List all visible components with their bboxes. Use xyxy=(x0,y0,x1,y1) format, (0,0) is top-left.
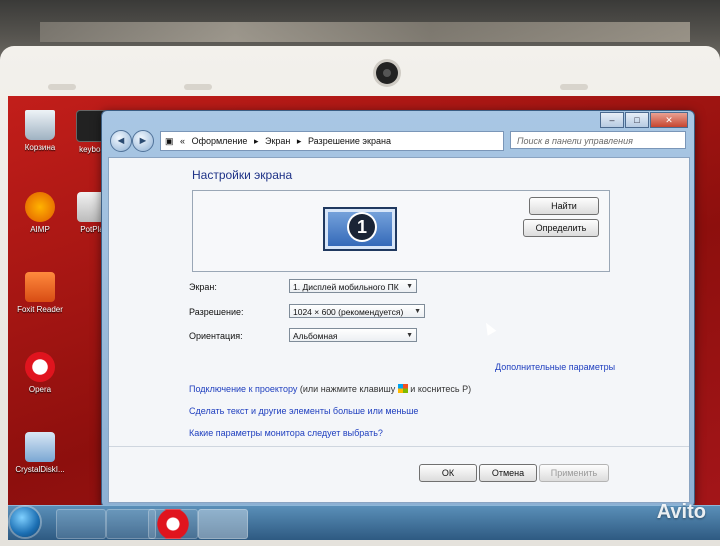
projector-hint-before: (или нажмите клавишу xyxy=(299,384,396,394)
screen-select-value: 1. Дисплей мобильного ПК xyxy=(293,282,399,292)
taskbar-display-settings-button[interactable] xyxy=(198,509,248,539)
resolution-select[interactable]: 1024 × 600 (рекомендуется) ▼ xyxy=(289,304,425,318)
detect-button[interactable]: Найти xyxy=(529,197,599,215)
taskbar xyxy=(8,505,720,540)
desktop-screen: Корзина keyboa AIMP PotPla Foxit Reader … xyxy=(8,96,720,540)
screen-select[interactable]: 1. Дисплей мобильного ПК ▼ xyxy=(289,279,417,293)
chevron-down-icon: ▼ xyxy=(406,332,413,339)
window-client-area: Настройки экрана 1 Найти Определить Экра… xyxy=(108,157,690,503)
orientation-select[interactable]: Альбомная ▼ xyxy=(289,328,417,342)
projector-line: Подключение к проектору (или нажмите кла… xyxy=(189,384,471,394)
desktop-icon-opera[interactable]: Opera xyxy=(8,352,72,394)
navigation-bar: ◄ ► ▣ « Оформление ▸ Экран ▸ Разрешение … xyxy=(108,129,686,153)
bezel-pad xyxy=(560,84,588,90)
projector-hint-after: и коснитесь P) xyxy=(410,384,472,394)
chevron-down-icon: ▼ xyxy=(406,283,413,290)
opera-icon xyxy=(25,352,55,382)
breadcrumb-overflow[interactable]: « xyxy=(180,136,185,146)
divider xyxy=(109,446,689,447)
ok-button[interactable]: ОК xyxy=(419,464,477,482)
bezel-pad xyxy=(184,84,212,90)
bezel-pad xyxy=(48,84,76,90)
forward-button[interactable]: ► xyxy=(132,130,154,152)
window-controls: – □ ✕ xyxy=(600,112,688,128)
resolution-label: Разрешение: xyxy=(189,307,244,317)
recycle-bin-icon xyxy=(25,110,55,140)
webcam xyxy=(376,62,398,84)
monitor-preview-area: 1 Найти Определить xyxy=(192,190,610,272)
taskbar-explorer-button[interactable] xyxy=(56,509,106,539)
search-input[interactable]: Поиск в панели управления xyxy=(510,131,686,149)
monitor-number-badge: 1 xyxy=(349,214,375,240)
cancel-button[interactable]: Отмена xyxy=(479,464,537,482)
text-size-link[interactable]: Сделать текст и другие элементы больше и… xyxy=(189,406,418,416)
projector-link[interactable]: Подключение к проектору xyxy=(189,384,297,394)
desktop-icon-foxit[interactable]: Foxit Reader xyxy=(8,272,72,314)
advanced-settings-link[interactable]: Дополнительные параметры xyxy=(495,362,615,372)
which-settings-link[interactable]: Какие параметры монитора следует выбрать… xyxy=(189,428,383,438)
resolution-select-value: 1024 × 600 (рекомендуется) xyxy=(293,307,404,317)
identify-button[interactable]: Определить xyxy=(523,219,599,237)
pdf-icon xyxy=(25,272,55,302)
aimp-icon xyxy=(25,192,55,222)
desktop-icon-label: Foxit Reader xyxy=(17,305,63,314)
monitor-1-thumbnail[interactable]: 1 xyxy=(323,207,397,251)
address-bar[interactable]: ▣ « Оформление ▸ Экран ▸ Разрешение экра… xyxy=(160,131,504,151)
maximize-button[interactable]: □ xyxy=(625,112,649,128)
close-button[interactable]: ✕ xyxy=(650,112,688,128)
desktop-icon-label: AIMP xyxy=(30,225,50,234)
desktop-icon-label: Корзина xyxy=(24,143,56,152)
control-panel-icon: ▣ xyxy=(165,136,174,146)
desktop-icon-label: Opera xyxy=(28,385,52,394)
screen-resolution-window: – □ ✕ ◄ ► ▣ « Оформление ▸ Экран ▸ Разре… xyxy=(101,110,695,508)
crystaldisk-icon xyxy=(25,432,55,462)
orientation-label: Ориентация: xyxy=(189,331,243,341)
avito-watermark: Avito xyxy=(656,501,706,523)
back-button[interactable]: ◄ xyxy=(110,130,132,152)
screen-label: Экран: xyxy=(189,282,217,292)
breadcrumb-screen[interactable]: Экран xyxy=(265,136,290,146)
apply-button[interactable]: Применить xyxy=(539,464,609,482)
minimize-button[interactable]: – xyxy=(600,112,624,128)
chevron-down-icon: ▼ xyxy=(414,308,421,315)
desktop-icon-crystaldisk[interactable]: CrystalDiskI... xyxy=(8,432,72,474)
windows-key-icon xyxy=(397,384,408,393)
breadcrumb-chevron-icon: ▸ xyxy=(253,136,259,146)
breadcrumb-chevron-icon: ▸ xyxy=(296,136,302,146)
orientation-select-value: Альбомная xyxy=(293,331,338,341)
taskbar-opera-button[interactable] xyxy=(148,509,198,539)
start-button[interactable] xyxy=(10,507,40,537)
background-shelf xyxy=(40,22,690,42)
page-title: Настройки экрана xyxy=(192,168,293,182)
desktop-icon-label: CrystalDiskI... xyxy=(15,465,65,474)
breadcrumb-appearance[interactable]: Оформление xyxy=(192,136,248,146)
breadcrumb-resolution[interactable]: Разрешение экрана xyxy=(308,136,391,146)
